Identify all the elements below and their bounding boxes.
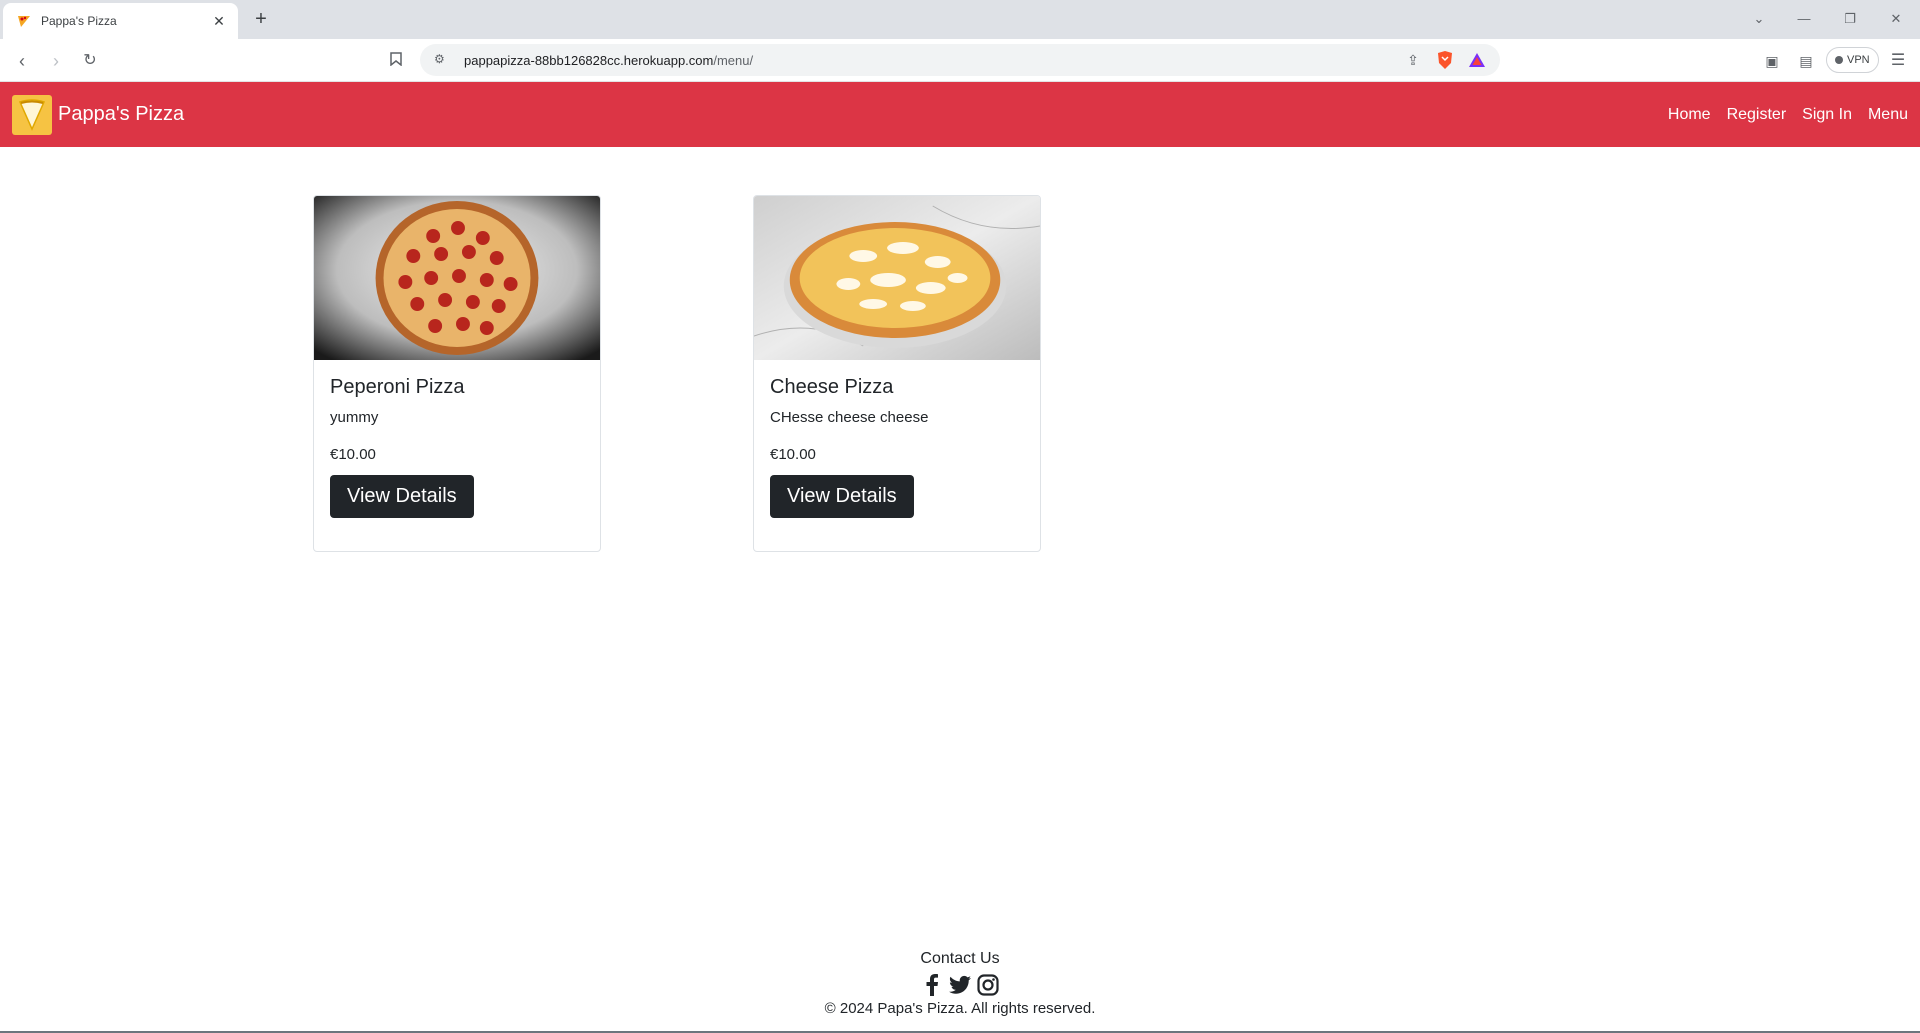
url-text: pappapizza-88bb126828cc.herokuapp.com/me… (464, 52, 754, 68)
cheese-pizza-image (754, 196, 1040, 360)
minimize-icon[interactable]: — (1793, 8, 1815, 30)
menu-item-name: Peperoni Pizza (330, 376, 465, 398)
pizza-favicon-icon (18, 16, 30, 27)
pizza-slice-logo-icon (12, 94, 52, 135)
menu-item-description: yummy (330, 409, 379, 426)
address-bar[interactable]: ⚙ pappapizza-88bb126828cc.herokuapp.com/… (420, 44, 1500, 76)
site-settings-icon[interactable]: ⚙ (434, 52, 450, 68)
pepperoni-pizza-image (314, 196, 600, 360)
brave-shield-icon[interactable] (1436, 50, 1454, 70)
nav-link-register[interactable]: Register (1727, 106, 1787, 124)
nav-links: Home Register Sign In Menu (1668, 106, 1908, 124)
brand-link[interactable]: Pappa's Pizza (12, 94, 185, 135)
brand-name: Pappa's Pizza (58, 103, 185, 125)
browser-toolbar: ‹ › ↻ ⚙ pappapizza-88bb126828cc.herokuap… (0, 39, 1920, 82)
twitter-icon[interactable] (949, 974, 971, 996)
wallet-icon[interactable]: ▤ (1794, 49, 1818, 73)
view-details-button[interactable]: View Details (770, 475, 914, 518)
nav-link-menu[interactable]: Menu (1868, 106, 1908, 124)
menu-item-card: Cheese Pizza CHesse cheese cheese €10.00… (753, 195, 1041, 552)
back-icon[interactable]: ‹ (10, 49, 34, 73)
forward-icon[interactable]: › (44, 49, 68, 73)
menu-item-description: CHesse cheese cheese (770, 409, 929, 426)
main-menu-icon[interactable]: ☰ (1886, 49, 1910, 73)
view-details-button[interactable]: View Details (330, 475, 474, 518)
social-links (0, 974, 1920, 996)
vpn-status-icon (1835, 56, 1843, 64)
new-tab-button[interactable]: + (250, 8, 272, 30)
tab-title: Pappa's Pizza (41, 14, 117, 28)
site-navbar: Pappa's Pizza Home Register Sign In Menu (0, 82, 1920, 147)
tab-search-icon[interactable]: ⌄ (1748, 8, 1770, 30)
instagram-icon[interactable] (977, 974, 999, 996)
restore-icon[interactable]: ❐ (1839, 8, 1861, 30)
menu-item-card: Peperoni Pizza yummy €10.00 View Details (313, 195, 601, 552)
close-tab-icon[interactable]: ✕ (210, 13, 228, 30)
reload-icon[interactable]: ↻ (78, 49, 102, 73)
vpn-label: VPN (1847, 54, 1870, 66)
contact-us-link[interactable]: Contact Us (0, 950, 1920, 968)
menu-item-price: €10.00 (770, 446, 816, 463)
copyright-text: © 2024 Papa's Pizza. All rights reserved… (824, 1000, 1096, 1017)
nav-link-sign-in[interactable]: Sign In (1802, 106, 1852, 124)
menu-item-price: €10.00 (330, 446, 376, 463)
brave-rewards-icon[interactable] (1468, 51, 1486, 69)
browser-tab[interactable]: Pappa's Pizza ✕ (3, 3, 238, 39)
site-footer: Contact Us © 2024 Papa's Pizza. All righ… (0, 950, 1920, 1017)
browser-tab-bar: Pappa's Pizza ✕ + ⌄ — ❐ ✕ (0, 0, 1920, 39)
facebook-icon[interactable] (921, 974, 943, 996)
share-icon[interactable]: ⇪ (1404, 51, 1422, 69)
sidebar-icon[interactable]: ▣ (1760, 49, 1784, 73)
close-window-icon[interactable]: ✕ (1885, 8, 1907, 30)
vpn-button[interactable]: VPN (1826, 47, 1879, 73)
nav-link-home[interactable]: Home (1668, 106, 1711, 124)
bookmark-icon[interactable] (384, 49, 408, 73)
menu-item-name: Cheese Pizza (770, 376, 894, 398)
